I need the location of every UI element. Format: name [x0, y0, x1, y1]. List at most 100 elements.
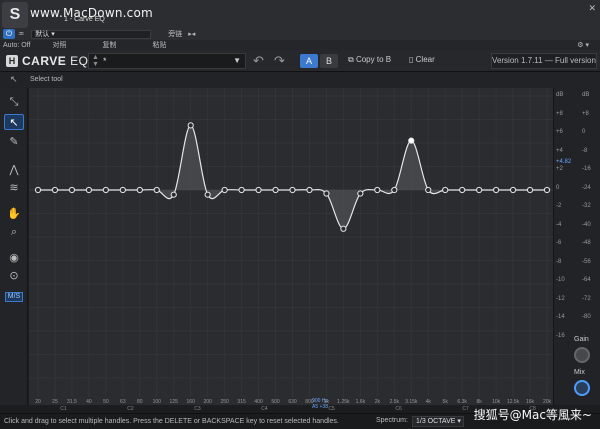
document-icon: ▯ [409, 55, 414, 64]
gear-icon[interactable]: ⚙ ▾ [574, 41, 592, 49]
pick-tool-icon[interactable]: ⤡ [4, 94, 24, 110]
octave-label: C6 [395, 406, 402, 412]
eq-handle[interactable] [85, 186, 93, 194]
plugin-preset-value: * [103, 56, 107, 66]
eq-handle[interactable] [425, 186, 432, 194]
power-button[interactable]: ⏻ [3, 29, 15, 39]
peak-tool-icon[interactable]: ⋀ [4, 162, 24, 178]
eq-handle[interactable] [306, 186, 313, 194]
freq-tick-label: 400 [254, 399, 263, 405]
eq-handle[interactable] [255, 186, 262, 194]
eq-handle[interactable] [153, 186, 160, 194]
hand-tool-icon[interactable]: ✋ [4, 206, 24, 222]
freq-tick-label: 1k [323, 399, 330, 405]
freq-tick-label: 2k [374, 399, 380, 405]
eq-handle[interactable] [357, 190, 364, 197]
eq-handle[interactable] [170, 191, 177, 198]
tool-hint: Select tool [30, 76, 63, 83]
eq-handle[interactable] [238, 186, 245, 194]
eq-handle[interactable] [51, 186, 59, 194]
eq-handle[interactable] [221, 186, 228, 194]
db-tick: -32 [582, 203, 591, 209]
octave-label: C2 [127, 406, 134, 412]
octave-label: C1 [60, 406, 67, 412]
eq-curve-svg[interactable] [29, 88, 553, 397]
bypass-button[interactable]: 旁链 [165, 29, 185, 39]
eq-handle[interactable] [204, 191, 211, 198]
eq-handle[interactable] [543, 186, 551, 194]
copy-button[interactable]: 复制 [100, 40, 120, 50]
stereo-link-icon[interactable]: ◉ [4, 250, 24, 266]
eq-handle[interactable] [272, 186, 279, 194]
undo-icon[interactable]: ↶ [253, 53, 264, 69]
state-b-button[interactable]: B [320, 54, 338, 68]
eq-handle[interactable] [34, 186, 42, 194]
gain-meter-panel: dB +8 +6 +4 +2 0 -2 -4 -6 -8 -10 -12 -14 -16 dB +8 0 -8 -… [553, 88, 600, 405]
gain-knob[interactable] [574, 347, 590, 363]
freq-tick-label: 1.25k [337, 399, 350, 405]
freq-tick-label: 125 [169, 399, 178, 405]
copy-to-b-button[interactable]: ⧉ Copy to B [348, 55, 391, 65]
eq-handle[interactable] [442, 186, 449, 194]
eq-handle[interactable] [526, 186, 534, 194]
compare-icon[interactable]: ♒ [15, 30, 27, 38]
eq-handle[interactable] [136, 186, 143, 194]
eq-handle[interactable] [476, 186, 483, 194]
select-tool-icon[interactable]: ↖ [4, 114, 24, 130]
mode-toggle-icon[interactable]: ⊙ [4, 268, 24, 284]
host-preset-select[interactable]: 默认 ▾ [31, 29, 152, 39]
eq-handle[interactable] [187, 122, 194, 129]
db-tick: -16 [582, 166, 591, 172]
close-icon[interactable]: ✕ [588, 3, 596, 14]
pencil-tool-icon[interactable]: ✎ [4, 134, 24, 150]
freq-tick-label: 40 [86, 399, 92, 405]
spectrum-value: 1/3 OCTAVE [416, 418, 456, 425]
eq-handle[interactable] [119, 186, 126, 194]
plugin-header: H CARVE EQ ▲ ▼ * ▼ ↶ ↷ A B ⧉ Copy to B ▯ … [0, 50, 600, 72]
freq-tick-label: 25 [52, 399, 58, 405]
freq-tick-label: 1.6k [355, 399, 366, 405]
eq-graph[interactable] [29, 88, 553, 405]
spectrum-select[interactable]: 1/3 OCTAVE ▾ [412, 416, 464, 427]
eq-handle[interactable] [459, 186, 466, 194]
eq-handle[interactable] [289, 186, 296, 194]
chevron-down-icon: ▼ [233, 56, 241, 65]
host-logo: S [2, 2, 28, 28]
sidechain-icon[interactable]: ▸◂ [185, 30, 198, 38]
eq-handle[interactable] [408, 137, 415, 144]
host-toolbar: S www.MacDown.com ✕ ⏻ ♒ 默认 ▾ 旁链 ▸◂ Auto:… [0, 0, 600, 50]
clear-button[interactable]: ▯ Clear [409, 55, 435, 64]
eq-handle[interactable] [493, 186, 500, 194]
clear-label: Clear [415, 55, 435, 64]
compare-button[interactable]: 对照 [50, 40, 70, 50]
eq-handle[interactable] [374, 186, 381, 194]
version-display[interactable]: Version 1.7.11 — Full version [491, 53, 597, 69]
carve-logo-icon: H [6, 55, 18, 67]
eq-handle[interactable] [391, 186, 398, 194]
host-window-controls: ✕ [588, 3, 596, 14]
redo-icon[interactable]: ↷ [274, 53, 285, 69]
auto-off-label[interactable]: Auto: Off [0, 42, 34, 49]
ms-toggle[interactable]: M/S [5, 292, 23, 302]
plugin-preset-select[interactable]: ▲ ▼ * ▼ [88, 53, 246, 69]
eq-handle[interactable] [509, 186, 517, 194]
eq-handle[interactable] [102, 186, 109, 194]
eq-handle[interactable] [323, 190, 330, 197]
eq-handle[interactable] [68, 186, 76, 194]
db-tick: +6 [556, 129, 563, 135]
zoom-tool-icon[interactable]: ⌕ [4, 224, 24, 240]
mix-knob[interactable] [574, 380, 590, 396]
db-tick: +8 [582, 110, 589, 117]
smooth-tool-icon[interactable]: ≋ [4, 180, 24, 196]
paste-button[interactable]: 粘贴 [150, 40, 170, 50]
freq-tick-label: 100 [152, 399, 161, 405]
db-tick: -64 [582, 277, 591, 283]
plugin-title-bold: CARVE [22, 54, 67, 68]
db-tick: -48 [582, 240, 591, 246]
eq-handle[interactable] [340, 225, 347, 232]
state-a-button[interactable]: A [300, 54, 318, 68]
mix-label: Mix [574, 369, 585, 376]
db-tick: dB [582, 92, 590, 98]
preset-stepper-icon[interactable]: ▲ ▼ [92, 54, 99, 68]
db-tick: -16 [556, 332, 565, 339]
